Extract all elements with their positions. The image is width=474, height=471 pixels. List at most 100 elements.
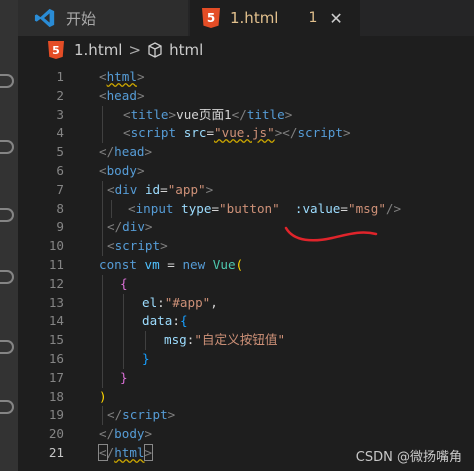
- indent-guide: [102, 218, 103, 238]
- code-line: 14 data:{: [18, 312, 474, 332]
- code-line: 2 <head>: [18, 87, 474, 106]
- indent-guide: [111, 199, 112, 219]
- indent-guide: [102, 180, 103, 200]
- code-token: script: [114, 238, 161, 254]
- breadcrumb-separator: >: [128, 41, 142, 59]
- code-token: data: [142, 313, 173, 329]
- code-text: </head>: [99, 144, 153, 160]
- code-text: </html>: [98, 444, 154, 461]
- code-text: </body>: [99, 426, 153, 442]
- indent-guide: [123, 331, 124, 350]
- tab-1-html[interactable]: 5 1.html 1 ✕: [190, 0, 360, 36]
- code-line: 10 <script>: [18, 237, 474, 256]
- code-token: head: [114, 144, 145, 160]
- code-token: body: [106, 163, 137, 178]
- code-line: 11 const vm = new Vue(: [18, 256, 474, 275]
- code-line: 9 </div>: [18, 218, 474, 238]
- code-line: 8 <input type="button" :value="msg"/>: [18, 199, 474, 219]
- code-token: vue页面1: [176, 106, 232, 122]
- code-text: <script>: [107, 238, 168, 254]
- indent-guide: [123, 350, 124, 369]
- code-line: 19 </script>: [18, 406, 474, 426]
- code-line: 12 {: [18, 274, 474, 294]
- line-number: 18: [48, 388, 64, 404]
- tab-bar: 开始 5 1.html 1 ✕: [18, 0, 474, 36]
- indent-guide: [102, 406, 103, 426]
- activity-bar: [0, 0, 18, 471]
- tab-welcome[interactable]: 开始: [18, 0, 188, 36]
- code-line: 16}: [18, 350, 474, 369]
- code-token: {: [179, 313, 188, 329]
- close-icon[interactable]: ✕: [329, 9, 342, 28]
- tab-welcome-label: 开始: [66, 9, 97, 28]
- search-icon[interactable]: [0, 74, 14, 88]
- code-token: msg: [164, 332, 187, 348]
- line-number: 16: [48, 351, 64, 366]
- html5-icon: 5: [48, 41, 64, 59]
- code-token: div: [122, 219, 145, 235]
- code-text: </script>: [107, 407, 176, 423]
- code-token: }: [120, 369, 128, 385]
- tab-file-label: 1.html: [230, 9, 279, 27]
- line-number: 5: [56, 144, 64, 160]
- indent-guide: [102, 368, 103, 388]
- remote-icon[interactable]: [0, 340, 14, 354]
- code-token: div: [114, 181, 138, 197]
- code-token: ): [99, 388, 107, 404]
- breadcrumb-symbol[interactable]: html: [169, 41, 203, 59]
- code-line: 5 </head>: [18, 143, 474, 162]
- code-token: {: [120, 275, 128, 291]
- code-line: 6 <body>: [18, 162, 474, 181]
- code-line: 13 el:"#app",: [18, 293, 474, 313]
- code-token: head: [106, 87, 137, 103]
- line-number: 4: [56, 125, 64, 141]
- code-line: 18): [18, 388, 474, 407]
- indent-guide: [145, 331, 146, 350]
- code-token: el: [142, 294, 158, 310]
- code-token: type: [181, 200, 212, 216]
- code-text: <html>: [99, 69, 145, 84]
- code-editor[interactable]: 1 <html> 2 <head> 3 <title>vue页面1</title> 4…: [18, 68, 474, 471]
- line-number: 14: [48, 313, 64, 329]
- indent-guide: [102, 199, 103, 219]
- code-token: script: [130, 125, 177, 141]
- extensions-icon[interactable]: [0, 270, 14, 284]
- line-number: 15: [48, 332, 64, 348]
- line-number: 11: [48, 257, 64, 272]
- breadcrumb-file[interactable]: 1.html: [74, 41, 122, 59]
- red-underline-annotation: [284, 226, 378, 242]
- code-text: <body>: [99, 163, 145, 178]
- code-token: "#app": [164, 294, 211, 310]
- indent-guide: [102, 124, 103, 144]
- code-line: 15 msg:"自定义按钮值": [18, 331, 474, 350]
- indent-guide: [102, 312, 103, 332]
- line-number: 10: [48, 238, 64, 254]
- indent-guide: [123, 293, 124, 313]
- code-token: script: [297, 125, 343, 141]
- run-debug-icon[interactable]: [0, 208, 14, 222]
- code-line: 4 <script src="vue.js"></script>: [18, 124, 474, 144]
- indent-guide: [123, 312, 124, 332]
- source-control-icon[interactable]: [0, 140, 14, 154]
- code-line: 20 </body>: [18, 425, 474, 444]
- code-token: "自定义按钮值": [194, 332, 286, 348]
- account-icon[interactable]: [0, 400, 14, 414]
- code-token: Vue: [212, 257, 236, 272]
- code-token: id: [144, 181, 161, 197]
- line-number: 2: [56, 87, 64, 103]
- text-cursor: [152, 446, 154, 461]
- line-number: 7: [56, 181, 64, 197]
- code-token: title: [246, 106, 285, 122]
- code-text: }: [142, 350, 150, 369]
- code-token: new: [182, 257, 206, 272]
- code-token: html: [114, 445, 145, 460]
- code-text: }: [120, 369, 128, 388]
- code-text: el:"#app",: [142, 294, 218, 310]
- code-text: <div id="app">: [107, 181, 214, 197]
- code-token: input: [135, 200, 174, 216]
- code-token: vm: [144, 257, 160, 272]
- line-number: 6: [56, 163, 64, 178]
- code-token: html: [106, 69, 137, 84]
- code-token: (: [235, 257, 244, 272]
- line-number: 17: [48, 369, 64, 385]
